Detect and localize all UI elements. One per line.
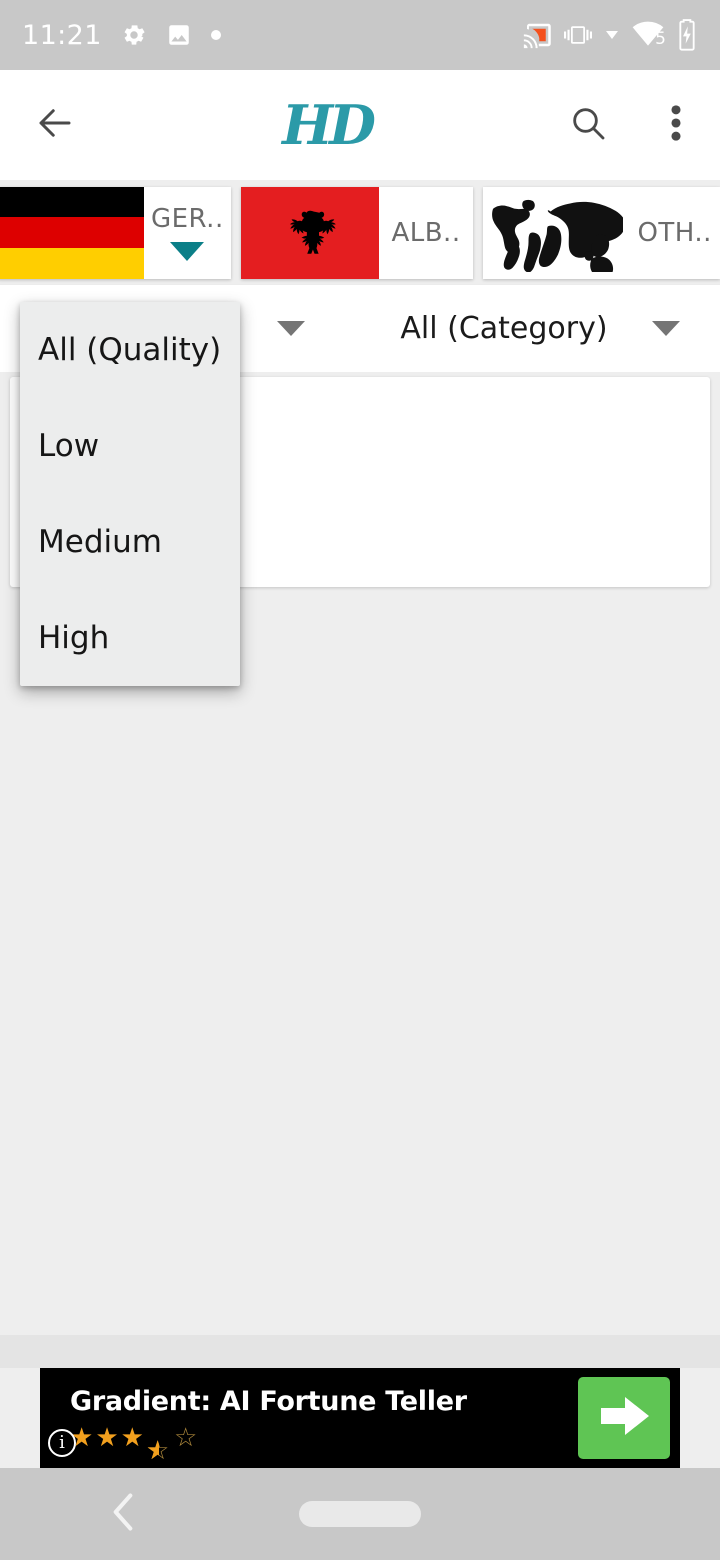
vibrate-icon (564, 21, 592, 49)
search-icon (568, 103, 608, 147)
country-tab-label: GER.. (150, 204, 224, 234)
status-clock: 11:21 (22, 19, 102, 51)
home-indicator[interactable] (299, 1501, 421, 1527)
system-back-button[interactable] (110, 1490, 136, 1538)
star-empty-icon: ☆ (173, 1422, 198, 1453)
country-tab-other-body: OTH.. (629, 187, 720, 279)
ad-cta-button[interactable] (578, 1377, 670, 1459)
ad-separator (0, 1335, 720, 1368)
dropdown-option-all-quality[interactable]: All (Quality) (20, 302, 240, 398)
ad-body: Gradient: AI Fortune Teller ★ ★ ★ ☆ ★ ☆ … (40, 1385, 578, 1466)
country-tab-other[interactable]: OTH.. (483, 186, 720, 279)
country-tab-label: OTH.. (637, 217, 712, 248)
app-logo: HD (110, 93, 544, 157)
app-logo-text: HD (282, 93, 376, 157)
country-tab-albania[interactable]: ALB.. (240, 186, 474, 279)
dot-icon (210, 29, 222, 41)
chevron-down-icon (276, 321, 305, 336)
app-bar: HD (0, 70, 720, 180)
status-bar-right: 5 (522, 19, 698, 51)
selected-tab-indicator-icon (170, 242, 205, 261)
overflow-menu-button[interactable] (632, 104, 720, 146)
dropdown-option-high[interactable]: High (20, 590, 240, 686)
ad-rating: ★ ★ ★ ☆ ★ ☆ (70, 1422, 198, 1466)
category-filter-dropdown[interactable]: All (Category) (360, 285, 720, 372)
albania-flag (240, 186, 379, 279)
battery-charging-icon (676, 19, 698, 51)
ad-info-icon[interactable]: i (48, 1428, 76, 1457)
ad-banner[interactable]: Gradient: AI Fortune Teller ★ ★ ★ ☆ ★ ☆ … (40, 1368, 680, 1468)
star-full-icon: ★ (95, 1422, 119, 1453)
cast-icon (522, 20, 552, 50)
phone-screen: 11:21 5 HD GER.. ALB.. OTH.. All (Catego… (0, 0, 720, 1560)
germany-flag (0, 186, 144, 279)
status-bar: 11:21 5 (0, 0, 720, 70)
country-tab-label: ALB.. (391, 217, 461, 248)
quality-dropdown-menu: All (Quality) Low Medium High (20, 302, 240, 686)
image-icon (166, 22, 192, 48)
country-tab-germany[interactable]: GER.. (0, 186, 231, 279)
dropdown-option-low[interactable]: Low (20, 398, 240, 494)
country-tabs: GER.. ALB.. OTH.. (0, 180, 720, 285)
star-full-icon: ★ (120, 1422, 144, 1453)
back-arrow-icon (34, 102, 76, 148)
status-bar-left: 11:21 (22, 20, 222, 51)
back-button[interactable] (0, 102, 110, 148)
wifi-icon: 5 (632, 21, 666, 49)
dropdown-option-medium[interactable]: Medium (20, 494, 240, 590)
system-nav-bar (0, 1468, 720, 1560)
wifi-badge: 5 (655, 29, 666, 49)
chevron-left-icon (110, 1493, 136, 1538)
category-filter-value: All (Category) (400, 311, 608, 346)
dropdown-arrow-icon (604, 27, 620, 43)
more-vertical-icon (661, 104, 691, 146)
country-tab-germany-body: GER.. (144, 187, 231, 279)
chevron-down-icon (651, 321, 680, 336)
arrow-right-icon (597, 1393, 651, 1443)
world-map-icon (483, 186, 630, 279)
ad-title: Gradient: AI Fortune Teller (70, 1385, 467, 1417)
search-button[interactable] (544, 103, 632, 147)
country-tab-albania-body: ALB.. (379, 187, 474, 279)
settings-gear-icon (120, 21, 148, 49)
